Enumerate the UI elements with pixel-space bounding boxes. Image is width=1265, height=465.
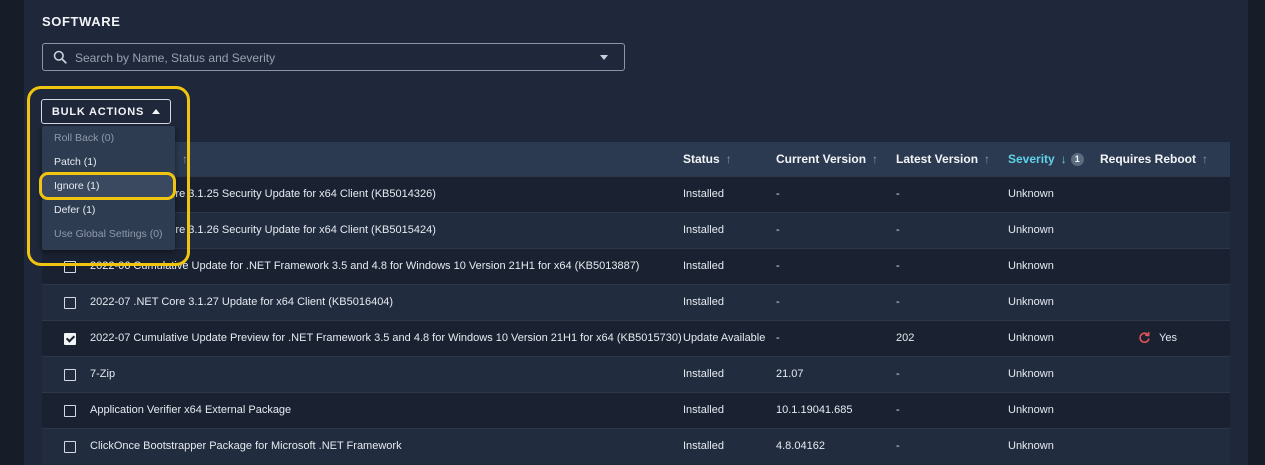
current-version-cell: 4.8.04162	[776, 440, 825, 452]
column-label: Status	[683, 152, 720, 166]
status-cell: Installed	[683, 260, 724, 272]
menu-item-roll-back[interactable]: Roll Back (0)	[42, 126, 175, 150]
section-title: SOFTWARE	[42, 14, 121, 29]
severity-cell: Unknown	[1008, 368, 1054, 380]
sort-arrow-down-icon: ↓	[1060, 152, 1067, 166]
current-version-cell: -	[776, 296, 780, 308]
table-row[interactable]: Application Verifier x64 External Packag…	[42, 392, 1230, 428]
row-checkbox[interactable]	[64, 369, 76, 381]
current-version-cell: -	[776, 224, 780, 236]
severity-cell: Unknown	[1008, 188, 1054, 200]
row-checkbox-checked[interactable]	[64, 333, 76, 345]
status-cell: Installed	[683, 404, 724, 416]
latest-version-cell: 202	[896, 332, 915, 344]
column-label: Current Version	[776, 152, 867, 166]
latest-version-cell: -	[896, 404, 900, 416]
severity-cell: Unknown	[1008, 440, 1054, 452]
table-row[interactable]: 7-Zip Installed 21.07 - Unknown	[42, 356, 1230, 392]
menu-item-ignore[interactable]: Ignore (1)	[42, 174, 175, 198]
software-table: ↑ Status ↑ Current Version ↑ Latest Vers…	[42, 142, 1230, 464]
restart-icon	[1139, 331, 1150, 343]
status-cell: Installed	[683, 188, 724, 200]
sort-order-badge: 1	[1070, 152, 1084, 166]
latest-version-cell: -	[896, 224, 900, 236]
row-checkbox[interactable]	[64, 405, 76, 417]
software-name: 2022-07 Cumulative Update Preview for .N…	[90, 332, 682, 344]
column-header-status[interactable]: Status ↑	[683, 152, 732, 166]
sort-arrow-icon: ↑	[984, 152, 991, 166]
bulk-actions-button[interactable]: BULK ACTIONS	[41, 99, 171, 124]
row-checkbox[interactable]	[64, 441, 76, 453]
software-name: ClickOnce Bootstrapper Package for Micro…	[90, 440, 402, 452]
table-row[interactable]: 2022-07 Cumulative Update Preview for .N…	[42, 320, 1230, 356]
row-checkbox[interactable]	[64, 297, 76, 309]
column-header-name[interactable]: ↑	[176, 152, 188, 166]
row-checkbox[interactable]	[64, 261, 76, 273]
status-cell: Installed	[683, 440, 724, 452]
latest-version-cell: -	[896, 260, 900, 272]
severity-cell: Unknown	[1008, 260, 1054, 272]
current-version-cell: 10.1.19041.685	[776, 404, 853, 416]
column-header-severity[interactable]: Severity ↓ 1	[1008, 152, 1084, 166]
table-row[interactable]: 2022-06 .NET Core 3.1.26 Security Update…	[42, 212, 1230, 248]
status-cell: Update Available	[683, 332, 766, 344]
column-label: Latest Version	[896, 152, 979, 166]
requires-reboot-cell: Yes	[1138, 331, 1177, 344]
menu-item-patch[interactable]: Patch (1)	[42, 150, 175, 174]
status-cell: Installed	[683, 368, 724, 380]
severity-cell: Unknown	[1008, 404, 1054, 416]
column-label: Requires Reboot	[1100, 152, 1197, 166]
table-row[interactable]: 2022-07 .NET Core 3.1.27 Update for x64 …	[42, 284, 1230, 320]
column-header-requires-reboot[interactable]: Requires Reboot ↑	[1100, 152, 1208, 166]
current-version-cell: -	[776, 260, 780, 272]
table-row[interactable]: 2022-06 .NET Core 3.1.25 Security Update…	[42, 176, 1230, 212]
status-cell: Installed	[683, 296, 724, 308]
column-header-current-version[interactable]: Current Version ↑	[776, 152, 878, 166]
menu-item-defer[interactable]: Defer (1)	[42, 198, 175, 222]
current-version-cell: -	[776, 188, 780, 200]
search-field[interactable]	[42, 43, 625, 71]
bulk-actions-menu: Roll Back (0) Patch (1) Ignore (1) Defer…	[42, 126, 175, 250]
chevron-up-icon	[152, 109, 161, 114]
menu-item-use-global-settings[interactable]: Use Global Settings (0)	[42, 222, 175, 246]
sort-arrow-icon: ↑	[182, 152, 188, 166]
table-row[interactable]: ClickOnce Bootstrapper Package for Micro…	[42, 428, 1230, 464]
current-version-cell: -	[776, 332, 780, 344]
search-input[interactable]	[73, 48, 597, 68]
latest-version-cell: -	[896, 296, 900, 308]
latest-version-cell: -	[896, 368, 900, 380]
column-label: Severity	[1008, 152, 1055, 166]
status-cell: Installed	[683, 224, 724, 236]
software-name: 2022-06 Cumulative Update for .NET Frame…	[90, 260, 640, 272]
software-name: 7-Zip	[90, 368, 116, 380]
sort-arrow-icon: ↑	[872, 152, 879, 166]
table-row[interactable]: 2022-06 Cumulative Update for .NET Frame…	[42, 248, 1230, 284]
severity-cell: Unknown	[1008, 332, 1054, 344]
severity-cell: Unknown	[1008, 296, 1054, 308]
software-name: 2022-07 .NET Core 3.1.27 Update for x64 …	[90, 296, 394, 308]
latest-version-cell: -	[896, 440, 900, 452]
reboot-value: Yes	[1159, 331, 1177, 344]
latest-version-cell: -	[896, 188, 900, 200]
sort-arrow-icon: ↑	[725, 152, 732, 166]
severity-cell: Unknown	[1008, 224, 1054, 236]
search-icon	[53, 50, 67, 64]
column-header-latest-version[interactable]: Latest Version ↑	[896, 152, 990, 166]
chevron-down-icon[interactable]	[600, 55, 608, 60]
sort-arrow-icon: ↑	[1202, 152, 1209, 166]
current-version-cell: 21.07	[776, 368, 804, 380]
software-name: Application Verifier x64 External Packag…	[90, 404, 292, 416]
bulk-actions-label: BULK ACTIONS	[51, 105, 145, 118]
table-header: ↑ Status ↑ Current Version ↑ Latest Vers…	[42, 142, 1230, 176]
